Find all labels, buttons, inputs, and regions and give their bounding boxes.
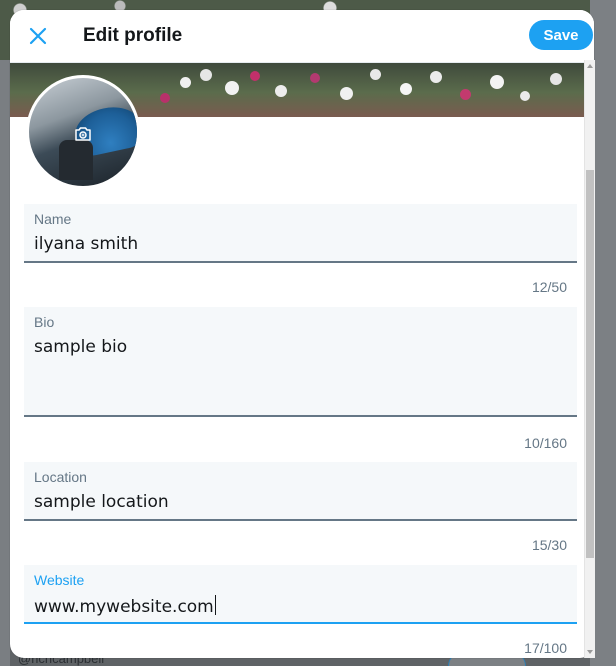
edit-profile-dialog: Edit profile Save Name ilyana smith 12/5…	[10, 10, 594, 658]
website-field[interactable]: Website www.mywebsite.com	[24, 565, 577, 624]
dialog-scrollbar[interactable]	[584, 60, 595, 658]
name-label: Name	[34, 211, 72, 227]
location-counter: 15/30	[531, 537, 567, 553]
bio-field[interactable]: Bio sample bio	[24, 307, 577, 417]
website-input[interactable]: www.mywebsite.com	[34, 597, 214, 617]
camera-icon	[75, 127, 91, 141]
bio-input[interactable]: sample bio	[34, 337, 127, 357]
dialog-header: Edit profile Save	[10, 10, 594, 63]
scroll-down-arrow-icon[interactable]	[587, 650, 593, 654]
bio-counter: 10/160	[524, 435, 567, 451]
website-counter: 17/100	[524, 640, 567, 656]
dialog-content: Name ilyana smith 12/50 Bio sample bio 1…	[10, 63, 594, 658]
avatar-figure	[59, 140, 93, 180]
website-label: Website	[34, 572, 85, 588]
avatar[interactable]	[26, 75, 140, 189]
text-caret	[214, 595, 216, 615]
close-button[interactable]	[24, 22, 52, 50]
change-avatar-button[interactable]	[72, 124, 94, 144]
name-counter: 12/50	[531, 279, 567, 295]
save-button[interactable]: Save	[529, 20, 593, 50]
close-icon	[29, 27, 47, 45]
location-field[interactable]: Location sample location	[24, 462, 577, 521]
dialog-title: Edit profile	[83, 25, 183, 46]
scroll-up-arrow-icon[interactable]	[587, 64, 593, 68]
location-label: Location	[34, 469, 87, 485]
website-input-wrapper[interactable]: www.mywebsite.com	[34, 595, 216, 617]
location-input[interactable]: sample location	[34, 492, 169, 512]
name-field[interactable]: Name ilyana smith	[24, 204, 577, 263]
scrollbar-thumb[interactable]	[586, 170, 594, 558]
background-left-column	[0, 60, 10, 666]
name-input[interactable]: ilyana smith	[34, 234, 138, 254]
bio-label: Bio	[34, 314, 55, 330]
